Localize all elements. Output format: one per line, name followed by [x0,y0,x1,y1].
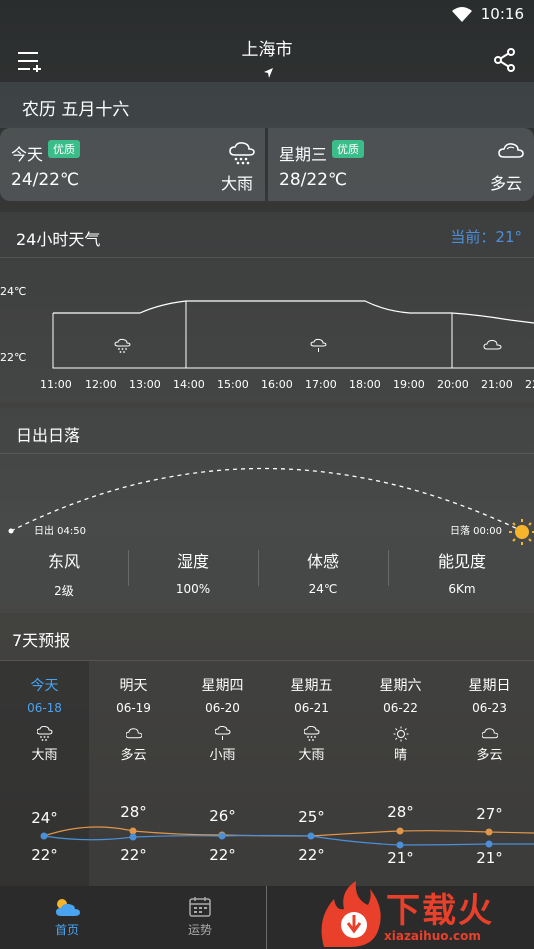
info-label: 东风 [47,552,80,571]
hourly-temp-chart[interactable] [0,212,534,402]
location-arrow-icon [264,68,273,78]
humidity-info: 湿度 100% [129,548,257,596]
nav-home[interactable]: 首页 [27,896,107,938]
time-label: 11:00 [40,378,72,391]
card-temp: 24/22℃ [11,170,80,190]
hourly-forecast-panel: 24小时天气 当前：21° 24℃ 22℃ 11:00 12:00 13:00 … [0,212,534,402]
week-temp-lines [40,826,534,849]
light-rain-icon [310,338,327,352]
wifi-icon [452,7,472,22]
time-label: 14:00 [173,378,205,391]
time-label: 12:00 [85,378,117,391]
card-day-name: 今天 [11,145,44,164]
flame-logo-icon [321,881,381,947]
info-value: 24℃ [308,582,338,596]
lunar-date-bar: 农历 五月十六 [0,82,534,128]
watermark: 下载火 xiazaihuo.com [314,879,534,949]
card-condition: 多云 [489,174,522,193]
sun-icon [509,519,534,545]
card-temp: 28/22℃ [279,170,348,190]
weather-home-icon [56,899,80,916]
cloud-icon [483,339,502,350]
sunrise-time: 日出 04:50 [34,526,86,537]
feels-like-info: 体感 24℃ [259,548,387,596]
time-label: 15:00 [217,378,249,391]
divider [266,886,267,949]
time-label: 16:00 [261,378,293,391]
time-label: 21:00 [481,378,513,391]
info-label: 湿度 [176,552,209,571]
today-card[interactable]: 今天 优质 24/22℃ 大雨 [0,128,265,201]
nav-fortune[interactable]: 运势 [160,896,240,938]
info-value: 6Km [448,582,476,596]
seven-day-forecast: 7天预报 今天 06-18 大雨 24° 22° 明天 06-19 多云 28°… [0,613,534,888]
wind-info: 东风 2级 [0,548,128,599]
rain-cloud-icon [229,142,255,165]
watermark-url: xiazaihuo.com [384,929,481,943]
share-icon[interactable] [494,48,516,72]
air-quality-badge: 优质 [332,140,364,158]
card-condition: 大雨 [220,174,253,193]
divider [388,550,389,586]
rain-icon [114,338,131,353]
nav-label: 运势 [187,923,212,937]
air-quality-badge: 优质 [48,140,80,158]
info-value: 2级 [54,584,74,598]
info-label: 体感 [306,552,339,571]
visibility-info: 能见度 6Km [398,548,526,596]
status-time: 10:16 [480,5,524,23]
calendar-icon [189,897,211,917]
time-label: 20:00 [437,378,469,391]
time-label: 18:00 [349,378,381,391]
info-value: 100% [175,582,211,596]
time-label: 17:00 [305,378,337,391]
watermark-title: 下载火 [386,891,494,931]
city-title[interactable]: 上海市 [0,35,534,60]
cloud-icon [498,143,524,158]
app-header: 上海市 [0,30,534,82]
sunset-time: 日落 00:00 [450,526,502,537]
lunar-date: 农历 五月十六 [22,100,130,120]
time-label: 13:00 [129,378,161,391]
info-label: 能见度 [437,552,486,571]
time-label: 19:00 [393,378,425,391]
card-day-name: 星期三 [279,145,328,164]
nav-label: 首页 [54,923,79,937]
time-label: 22 [525,378,534,391]
status-bar: 10:16 [0,0,534,30]
sunrise-sunset-panel: 日出日落 日出 04:50 日落 00:00 东风 2级 湿度 100% 体感 … [0,408,534,604]
wednesday-card[interactable]: 星期三 优质 28/22℃ 多云 [268,128,534,201]
